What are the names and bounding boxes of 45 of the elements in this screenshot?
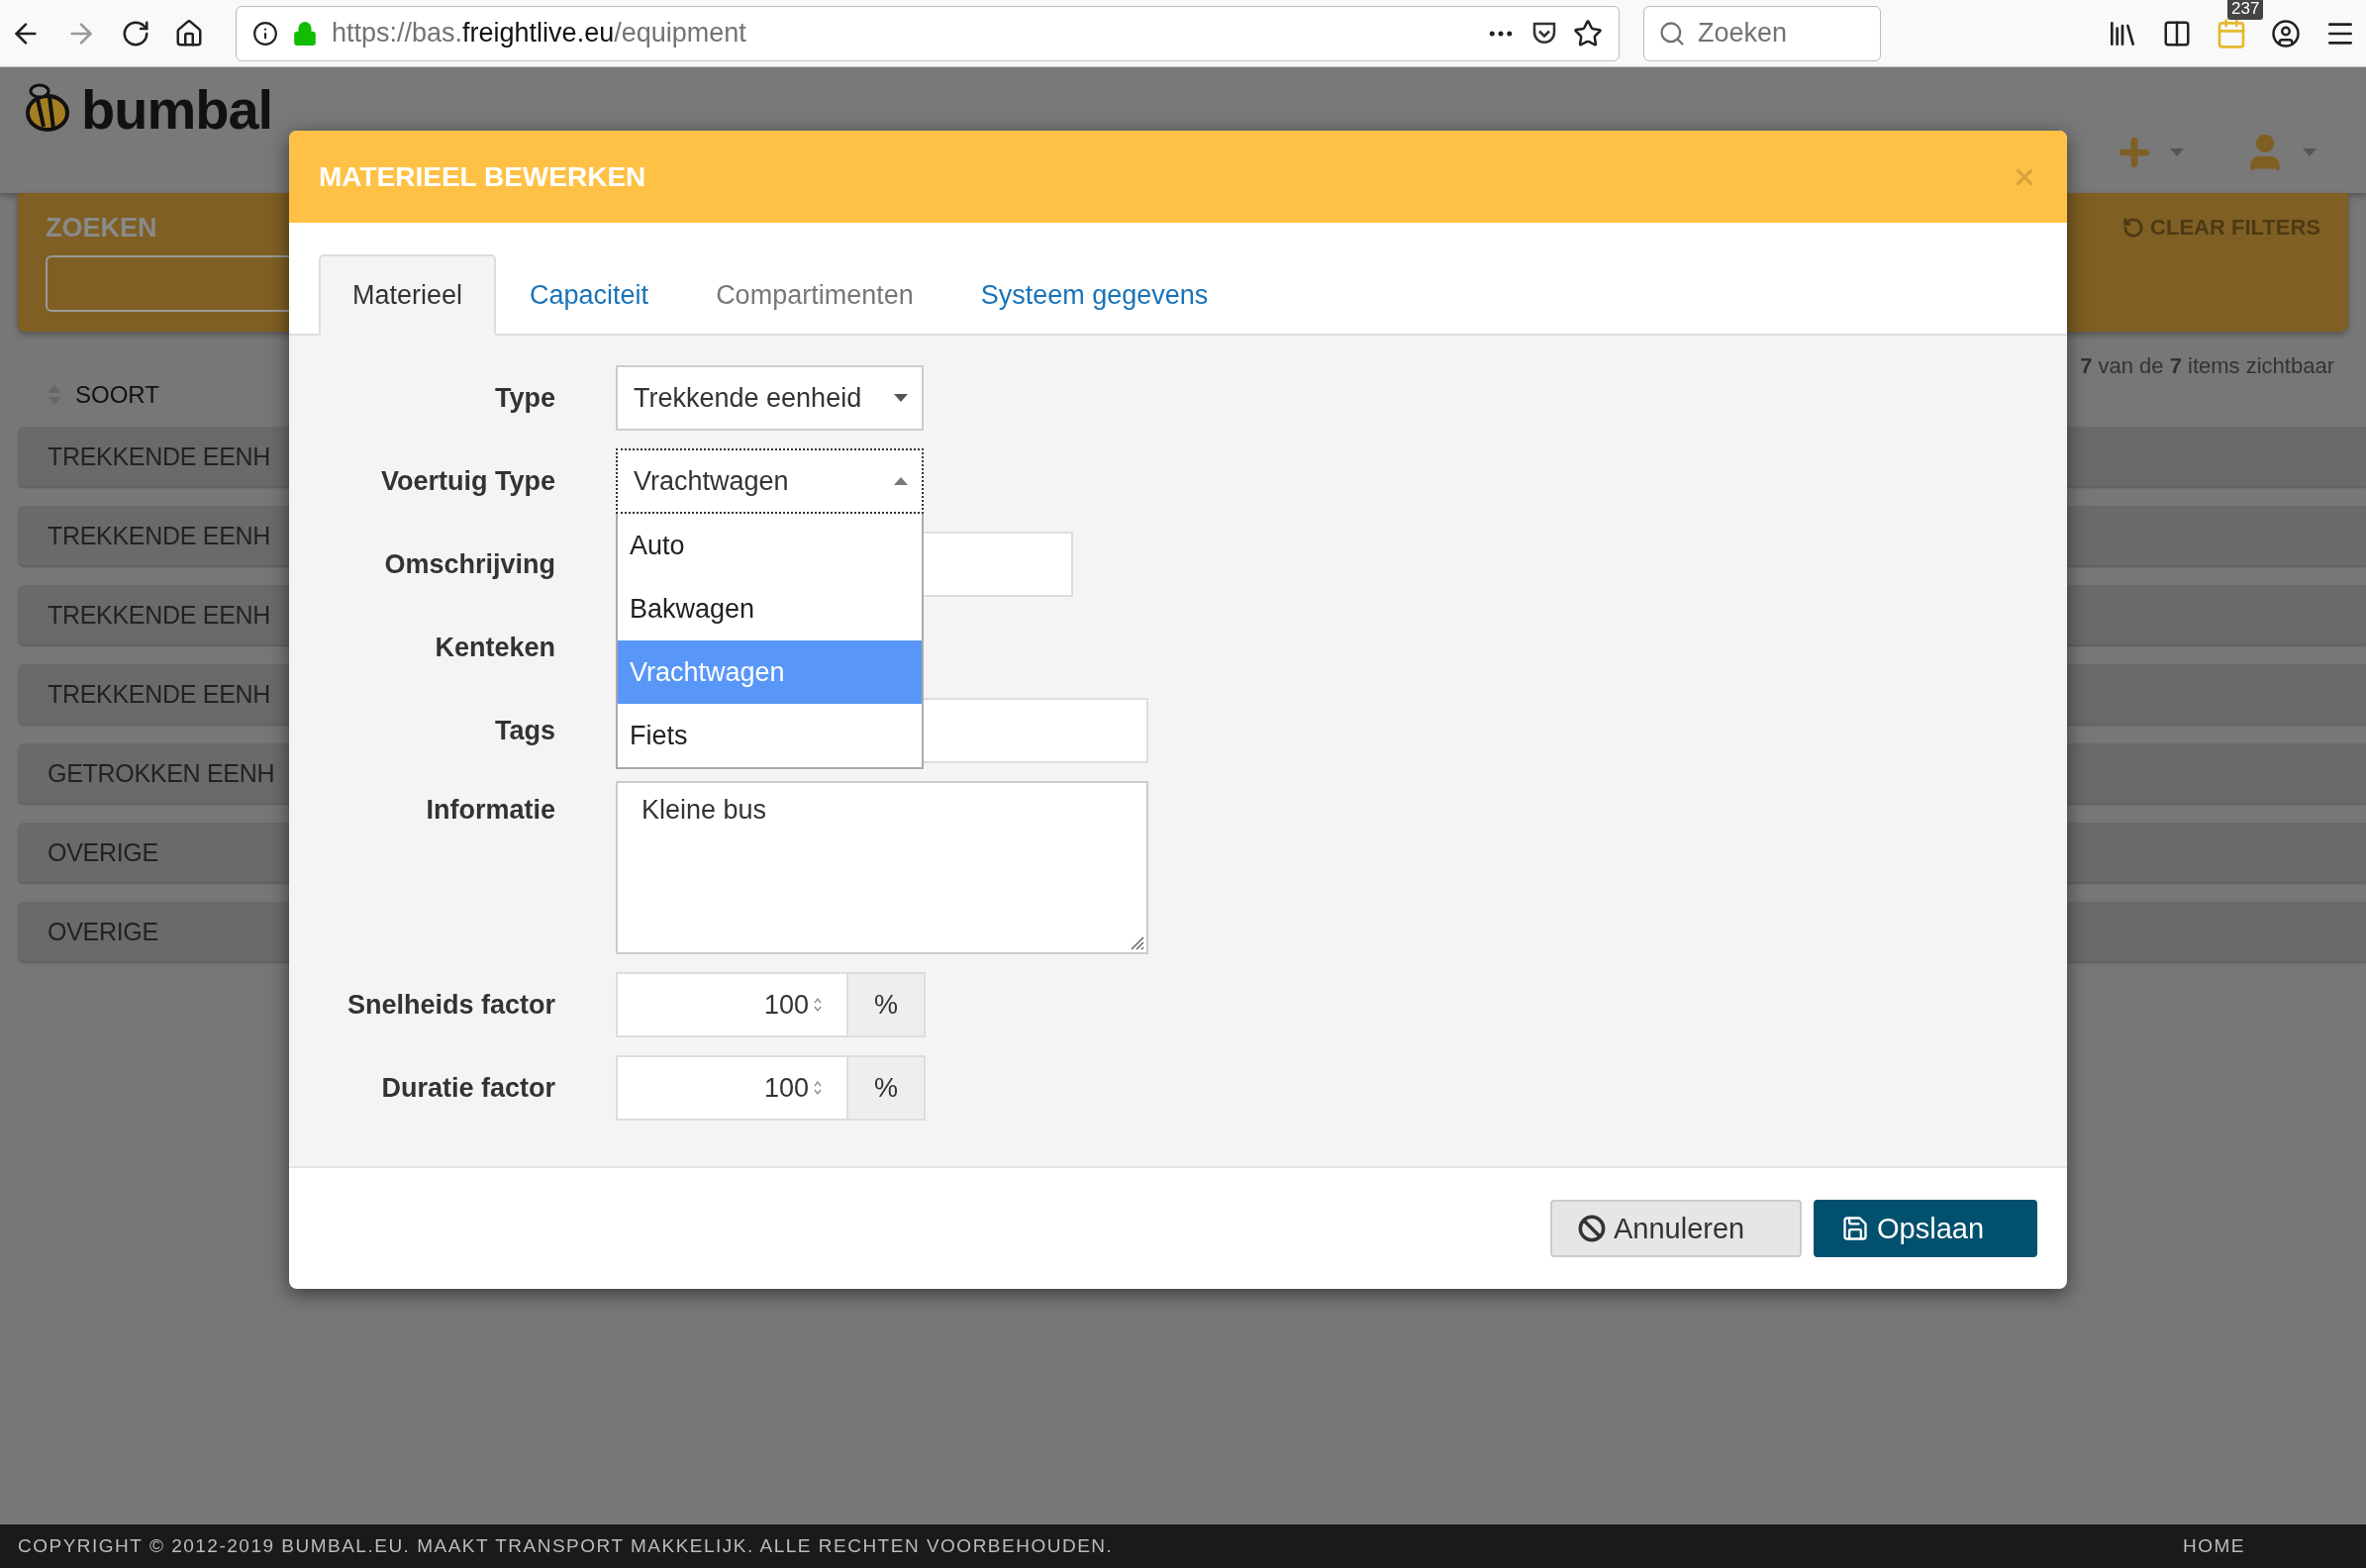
search-field[interactable]: Zoeken bbox=[1643, 5, 1881, 61]
field-label: Omschrijving bbox=[383, 548, 555, 580]
save-button[interactable]: Opslaan bbox=[1814, 1200, 2037, 1257]
tab[interactable]: Systeem gegevens bbox=[946, 254, 1242, 336]
sort-header[interactable]: SOORT bbox=[75, 381, 159, 409]
home-icon[interactable] bbox=[174, 18, 204, 49]
field-label: Informatie bbox=[425, 794, 555, 826]
search-label: ZOEKEN bbox=[46, 213, 158, 244]
field-label: Tags bbox=[494, 715, 555, 746]
address-bar[interactable]: https://bas.freightlive.eu/equipment bbox=[236, 5, 1620, 61]
number-field[interactable]: 100 bbox=[616, 972, 848, 1037]
dialog-title: MATERIEEL BEWERKEN bbox=[319, 160, 646, 193]
home-link[interactable]: HOME bbox=[2183, 1535, 2245, 1557]
search-icon bbox=[1658, 19, 1686, 48]
star-icon[interactable] bbox=[1573, 18, 1603, 49]
tab[interactable]: Materieel bbox=[319, 254, 497, 336]
field-label: Voertuig Type bbox=[380, 465, 555, 497]
number-field[interactable]: 100 bbox=[616, 1055, 848, 1121]
ban-icon bbox=[1578, 1215, 1606, 1242]
field-label: Duratie factor bbox=[380, 1072, 555, 1104]
spinner-icon bbox=[813, 1079, 823, 1097]
field-label: Type bbox=[494, 382, 555, 414]
count-badge: 237 bbox=[2227, 0, 2264, 20]
cancel-button[interactable]: Annuleren bbox=[1550, 1200, 1802, 1257]
unit-addon: % bbox=[848, 972, 926, 1037]
info-icon bbox=[252, 20, 278, 47]
caret-down-icon bbox=[2170, 148, 2184, 156]
unit-addon: % bbox=[848, 1055, 926, 1121]
calendar-icon[interactable] bbox=[2216, 17, 2247, 49]
textarea-field[interactable]: Kleine bus bbox=[616, 781, 1148, 954]
logo-text: bumbal bbox=[81, 82, 273, 138]
caret-up-icon bbox=[894, 477, 908, 485]
tab[interactable]: Capaciteit bbox=[496, 254, 683, 336]
caret-down-icon bbox=[2303, 148, 2317, 156]
copyright-text: COPYRIGHT © 2012-2019 BUMBAL.EU. MAAKT TRANSPORT MAKKELIJK. ALLE RECHTEN VOORBEHOUDEN. bbox=[18, 1535, 1114, 1557]
lock-icon bbox=[292, 20, 318, 47]
count-text: 7 van de 7 items zichtbaar bbox=[2080, 353, 2334, 379]
select-field[interactable]: Trekkende eenheid bbox=[616, 365, 924, 431]
select-field[interactable]: Vrachtwagen bbox=[616, 448, 924, 514]
field-label: Kenteken bbox=[434, 632, 555, 663]
spinner-icon bbox=[813, 996, 823, 1014]
field-label: Snelheids factor bbox=[345, 989, 555, 1021]
url-text: https://bas.freightlive.eu/equipment bbox=[332, 18, 747, 49]
caret-down-icon bbox=[894, 394, 908, 402]
account-icon[interactable] bbox=[2271, 18, 2301, 49]
